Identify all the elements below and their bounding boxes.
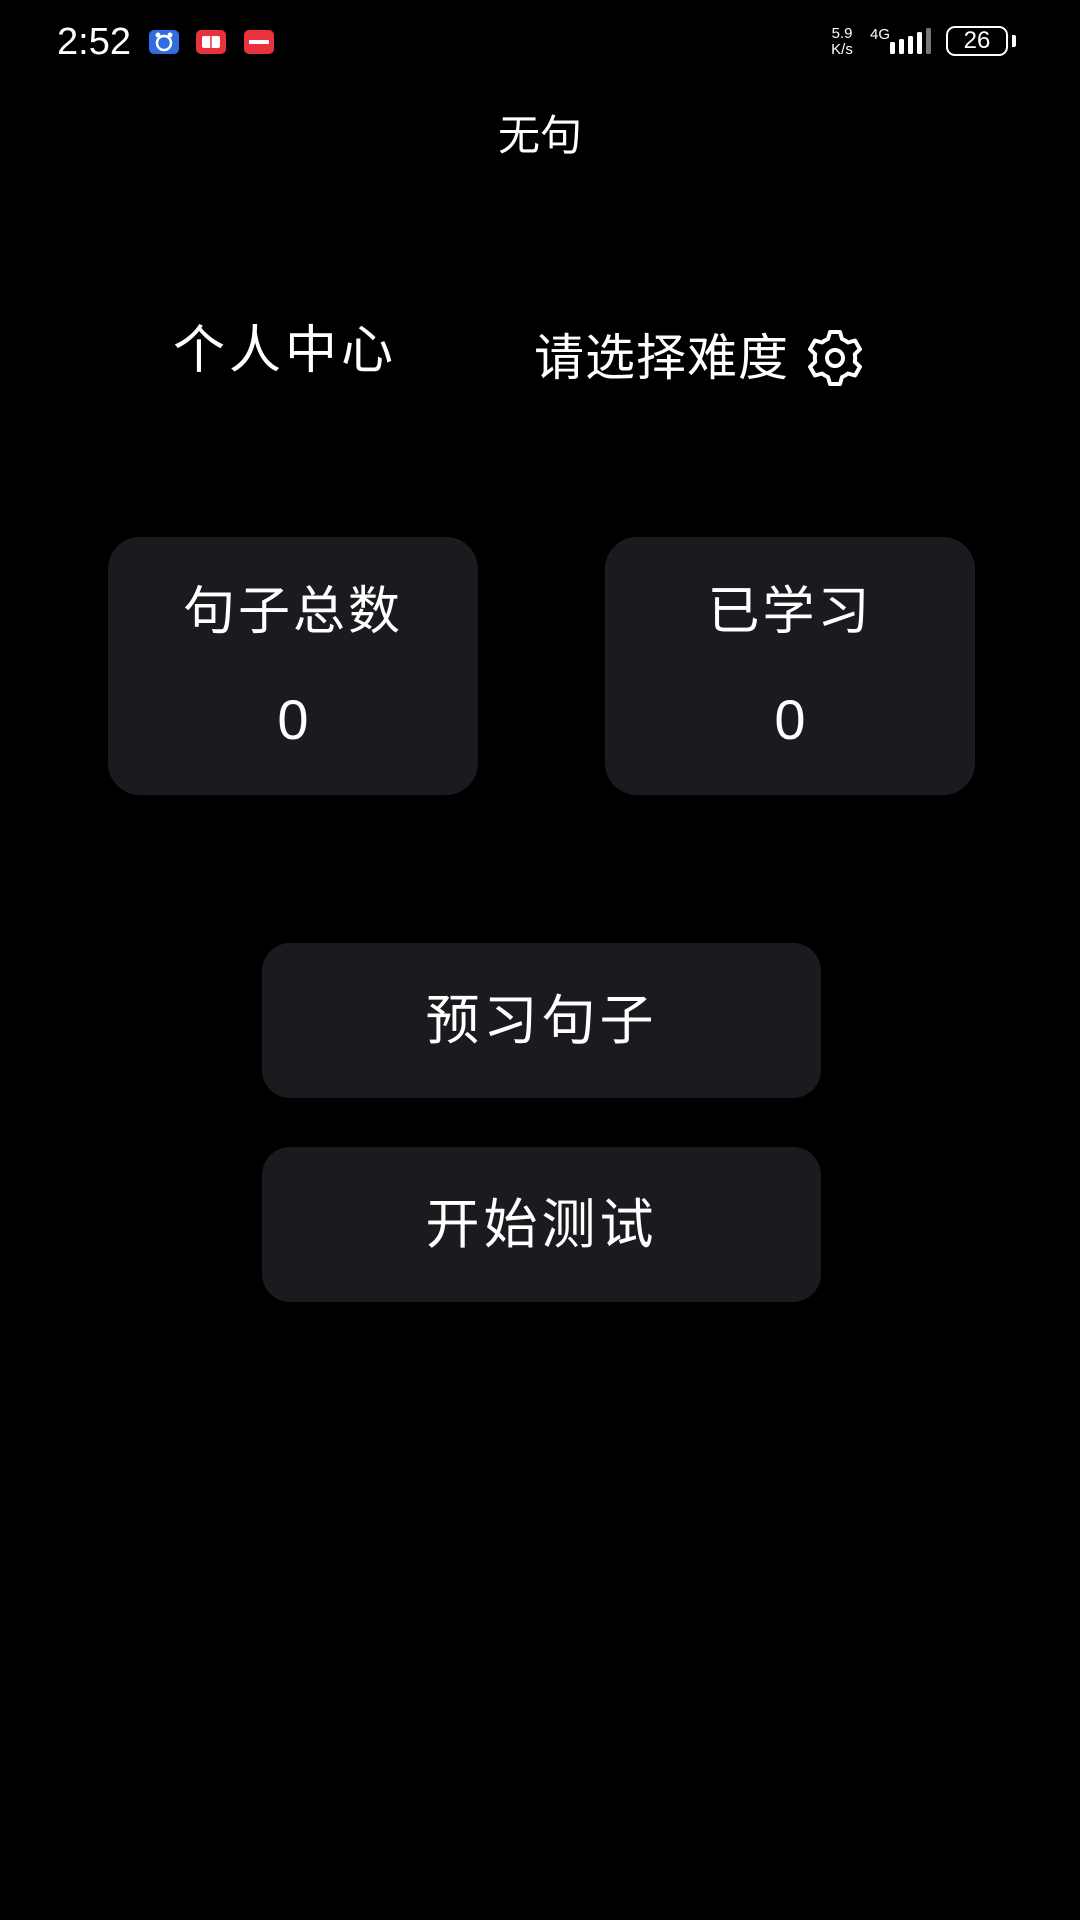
total-sentences-card: 句子总数 0 xyxy=(108,537,478,795)
learned-label: 已学习 xyxy=(707,582,873,642)
learned-card: 已学习 0 xyxy=(605,537,975,795)
preview-sentences-button[interactable]: 预习句子 xyxy=(262,943,821,1098)
book-icon xyxy=(196,30,226,54)
network-speed-unit: K/s xyxy=(831,41,853,58)
total-sentences-value: 0 xyxy=(277,688,309,751)
personal-center-link[interactable]: 个人中心 xyxy=(160,318,410,384)
network-speed-value: 5.9 xyxy=(831,25,853,42)
total-sentences-label: 句子总数 xyxy=(182,582,403,642)
gear-icon[interactable] xyxy=(803,326,867,390)
signal-strength-icon xyxy=(890,28,931,54)
status-time: 2:52 xyxy=(57,21,131,63)
battery-tip xyxy=(1012,35,1016,47)
network-speed: 5.9 K/s xyxy=(824,26,860,58)
battery-level: 26 xyxy=(963,27,991,54)
page-title: 无句 xyxy=(497,111,582,160)
difficulty-selector[interactable]: 请选择难度 xyxy=(534,324,867,392)
learned-value: 0 xyxy=(774,688,806,751)
start-test-button[interactable]: 开始测试 xyxy=(262,1147,821,1302)
red-app-icon xyxy=(244,30,274,54)
status-bar: 2:52 5.9 K/s 4G 26 xyxy=(0,0,1080,84)
difficulty-label[interactable]: 请选择难度 xyxy=(534,325,789,391)
alarm-clock-icon xyxy=(149,30,179,54)
battery-icon: 26 xyxy=(946,26,1008,56)
